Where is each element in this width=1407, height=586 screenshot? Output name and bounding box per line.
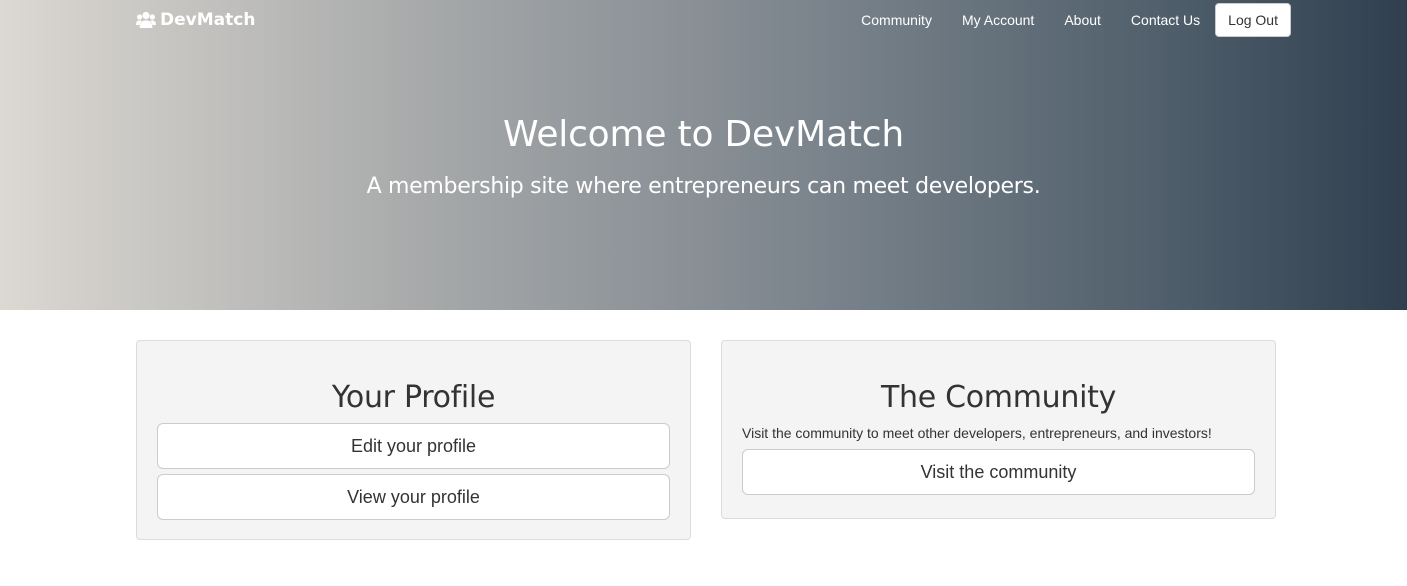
hero-banner: DevMatch Community My Account About Cont… — [0, 0, 1407, 310]
community-description: Visit the community to meet other develo… — [742, 425, 1212, 441]
nav-link-about[interactable]: About — [1064, 12, 1101, 28]
nav-links: Community My Account About Contact Us Lo… — [861, 3, 1291, 37]
edit-profile-button[interactable]: Edit your profile — [157, 423, 670, 469]
visit-community-button[interactable]: Visit the community — [742, 449, 1255, 495]
hero-title: Welcome to DevMatch — [503, 114, 904, 155]
brand-link[interactable]: DevMatch — [136, 9, 255, 31]
navbar: DevMatch Community My Account About Cont… — [0, 0, 1407, 40]
profile-panel: Your Profile Edit your profile View your… — [136, 340, 691, 540]
view-profile-button[interactable]: View your profile — [157, 474, 670, 520]
profile-panel-title: Your Profile — [331, 380, 496, 415]
nav-link-contact-us[interactable]: Contact Us — [1131, 12, 1200, 28]
users-icon — [136, 11, 156, 28]
brand-name: DevMatch — [160, 10, 256, 30]
nav-link-my-account[interactable]: My Account — [962, 12, 1034, 28]
nav-link-community[interactable]: Community — [861, 12, 932, 28]
logout-button[interactable]: Log Out — [1215, 3, 1291, 37]
hero-subtitle: A membership site where entrepreneurs ca… — [366, 174, 1041, 199]
community-panel-title: The Community — [880, 380, 1117, 415]
community-panel: The Community Visit the community to mee… — [721, 340, 1276, 519]
